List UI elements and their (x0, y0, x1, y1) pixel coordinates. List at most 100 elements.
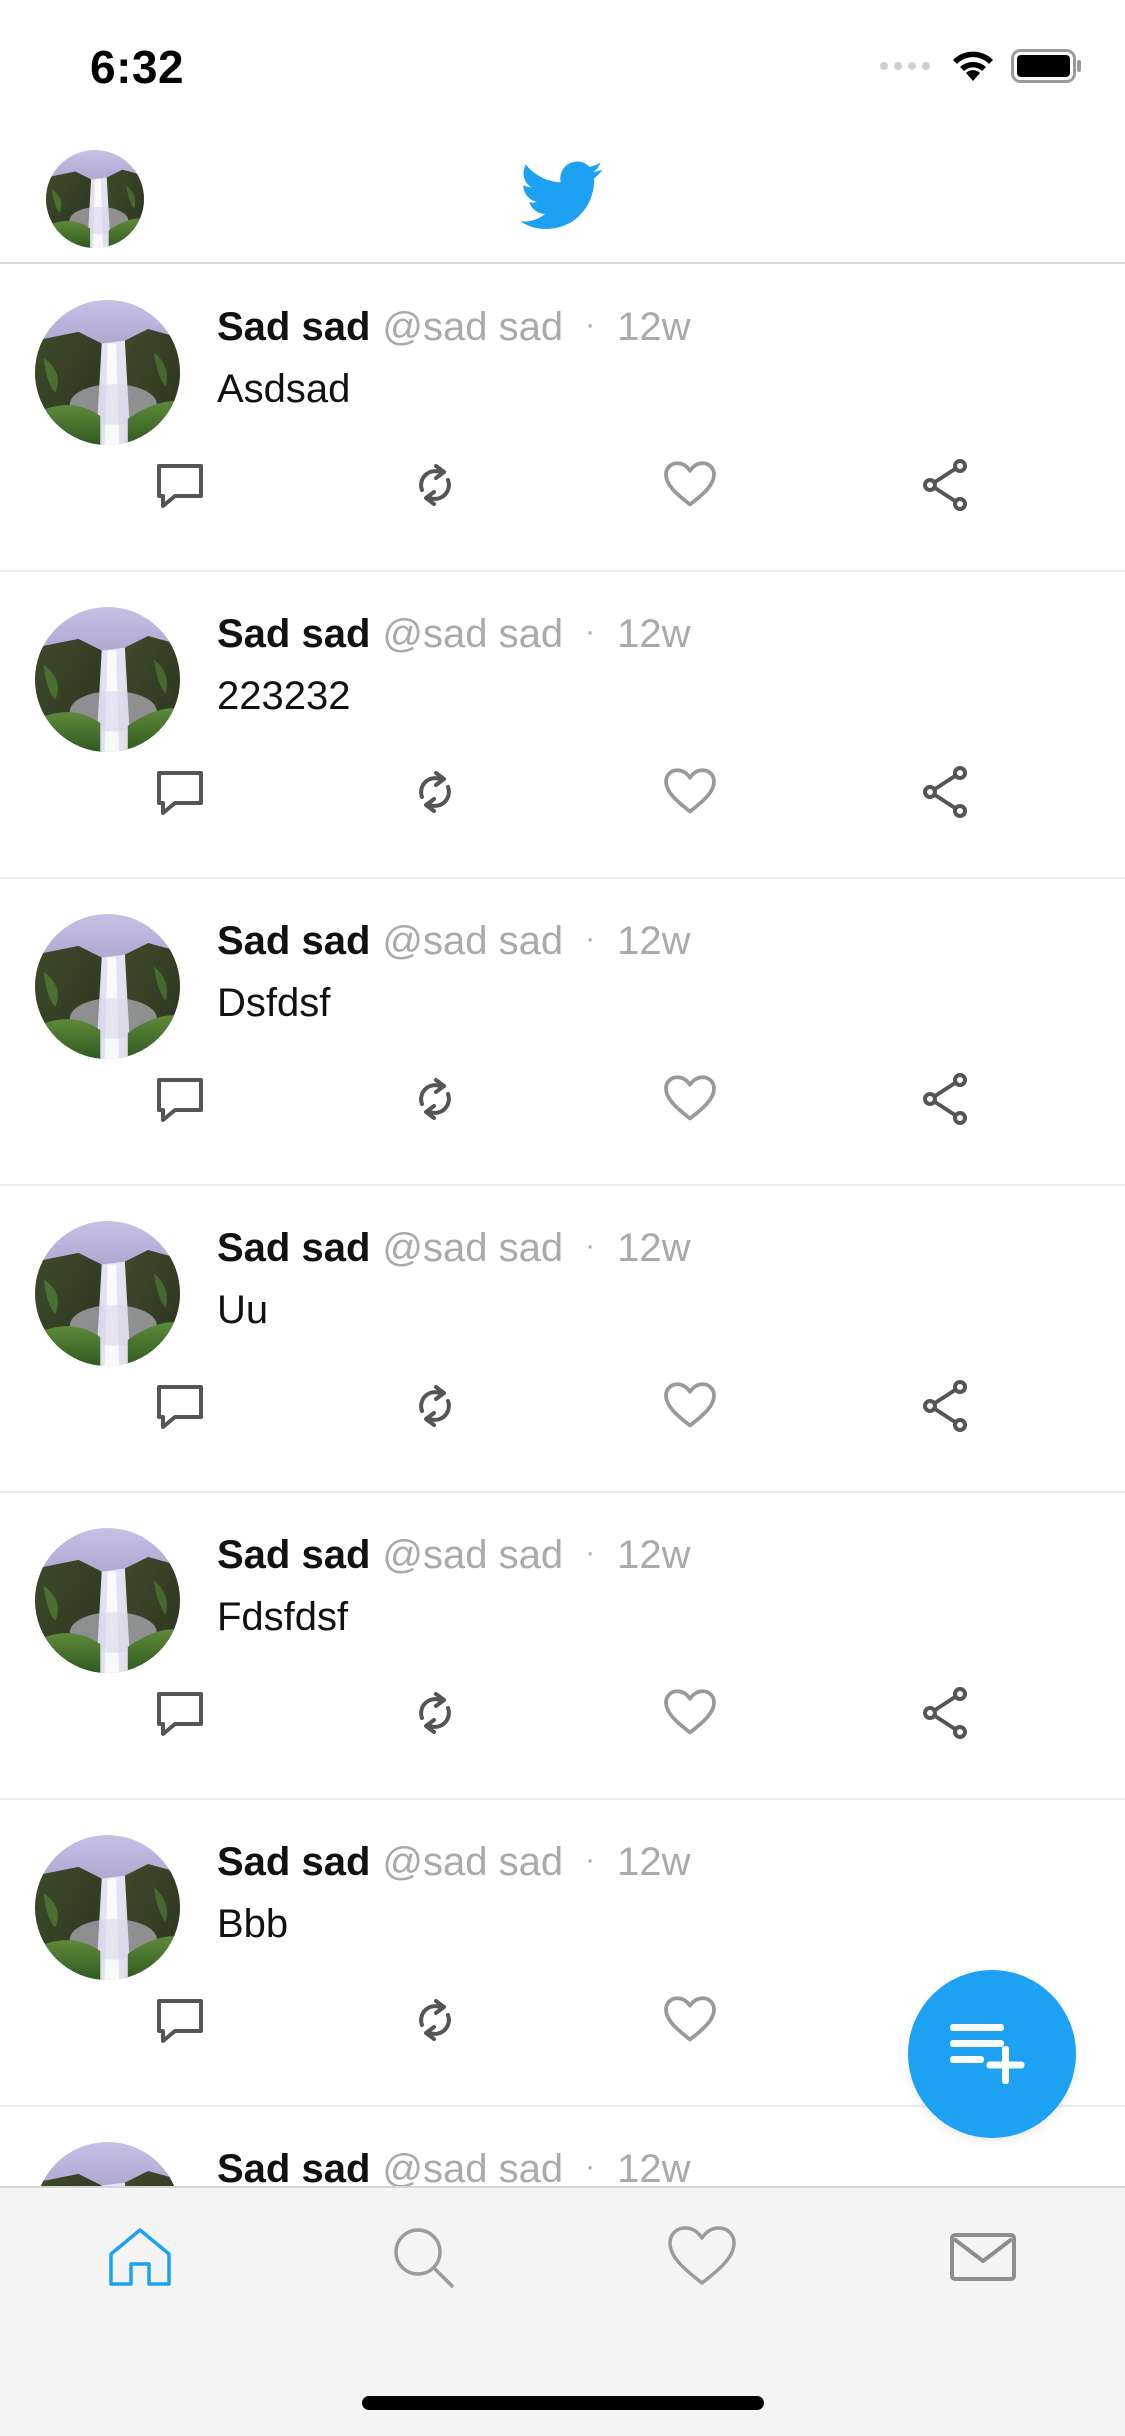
reply-button[interactable] (148, 1376, 212, 1440)
tweet-avatar[interactable] (35, 2142, 180, 2187)
tab-home[interactable] (95, 2214, 185, 2304)
retweet-button[interactable] (403, 1376, 467, 1440)
reply-button[interactable] (148, 1069, 212, 1133)
like-icon (663, 1381, 717, 1435)
retweet-icon (410, 767, 460, 822)
reply-icon (153, 1995, 207, 2050)
tweet-author-handle: @sad sad (382, 305, 564, 349)
tweet-author-name[interactable]: Sad sad (217, 1840, 370, 1884)
tweet-text: Bbb (217, 1902, 289, 1946)
tweet-text: Asdsad (217, 367, 351, 411)
twitter-bird-icon (520, 160, 604, 232)
tweet-avatar[interactable] (35, 607, 180, 752)
tweet-avatar[interactable] (35, 914, 180, 1059)
like-button[interactable] (658, 1376, 722, 1440)
share-button[interactable] (913, 1683, 977, 1747)
share-icon (920, 1379, 970, 1438)
tweet-avatar[interactable] (35, 1835, 180, 1980)
reply-icon (153, 1381, 207, 1436)
tweet-item[interactable]: Sad sad @sad sad · 12w Asdsad (0, 265, 1125, 572)
like-icon (663, 767, 717, 821)
tweet-timestamp: 12w (617, 612, 691, 656)
compose-tweet-button[interactable] (908, 1970, 1076, 2138)
reply-icon (153, 767, 207, 822)
share-button[interactable] (913, 762, 977, 826)
retweet-icon (410, 1381, 460, 1436)
reply-icon (153, 1074, 207, 1129)
reply-button[interactable] (148, 455, 212, 519)
tweet-text: Uu (217, 1288, 269, 1332)
tweet-item[interactable]: Sad sad @sad sad · 12w 223232 (0, 572, 1125, 879)
reply-button[interactable] (148, 1683, 212, 1747)
retweet-icon (410, 1688, 460, 1743)
like-button[interactable] (658, 1069, 722, 1133)
retweet-button[interactable] (403, 1683, 467, 1747)
tweet-text: Fdsfdsf (217, 1595, 349, 1639)
tweet-item[interactable]: Sad sad @sad sad · 12w Dsfdsf (0, 879, 1125, 1186)
tweet-author-name[interactable]: Sad sad (217, 2147, 370, 2187)
tab-messages[interactable] (938, 2214, 1028, 2304)
retweet-button[interactable] (403, 1069, 467, 1133)
tab-search[interactable] (378, 2214, 468, 2304)
share-icon (920, 1072, 970, 1131)
battery-icon (1011, 48, 1083, 88)
reply-icon (153, 1688, 207, 1743)
like-button[interactable] (658, 455, 722, 519)
tweet-header: Sad sad @sad sad · 12w (217, 2145, 691, 2187)
tweet-timestamp: 12w (617, 1840, 691, 1884)
tweet-actions (0, 1376, 1125, 1446)
retweet-icon (410, 1995, 460, 2050)
tweet-author-name[interactable]: Sad sad (217, 919, 370, 963)
top-header (0, 132, 1125, 264)
tweet-author-handle: @sad sad (382, 1533, 564, 1577)
tweet-actions (0, 1069, 1125, 1139)
reply-button[interactable] (148, 762, 212, 826)
tab-likes[interactable] (657, 2214, 747, 2304)
tweet-timestamp: 12w (617, 919, 691, 963)
tweet-actions (0, 1683, 1125, 1753)
tweet-author-handle: @sad sad (382, 612, 564, 656)
tweet-separator-dot: · (585, 615, 596, 648)
retweet-icon (410, 460, 460, 515)
share-button[interactable] (913, 455, 977, 519)
retweet-button[interactable] (403, 1990, 467, 2054)
heart-icon (666, 2225, 738, 2294)
reply-icon (153, 460, 207, 515)
tweet-author-handle: @sad sad (382, 1840, 564, 1884)
tweet-author-name[interactable]: Sad sad (217, 305, 370, 349)
tweet-separator-dot: · (585, 308, 596, 341)
mail-icon (948, 2229, 1018, 2290)
retweet-button[interactable] (403, 762, 467, 826)
tweet-author-handle: @sad sad (382, 919, 564, 963)
reply-button[interactable] (148, 1990, 212, 2054)
profile-avatar[interactable] (46, 150, 144, 248)
like-button[interactable] (658, 1683, 722, 1747)
tweet-author-name[interactable]: Sad sad (217, 1226, 370, 1270)
retweet-button[interactable] (403, 455, 467, 519)
compose-tweet-icon (946, 2016, 1038, 2093)
tweet-timestamp: 12w (617, 305, 691, 349)
like-icon (663, 1995, 717, 2049)
tweet-header: Sad sad @sad sad · 12w (217, 303, 691, 355)
tweet-avatar[interactable] (35, 300, 180, 445)
tweet-author-name[interactable]: Sad sad (217, 612, 370, 656)
tweet-feed[interactable]: Sad sad @sad sad · 12w Asdsad Sad sad @sad sad… (0, 265, 1125, 2187)
tweet-avatar[interactable] (35, 1221, 180, 1366)
tweet-author-name[interactable]: Sad sad (217, 1533, 370, 1577)
tweet-separator-dot: · (585, 1843, 596, 1876)
home-icon (105, 2222, 175, 2297)
like-icon (663, 460, 717, 514)
tweet-item[interactable]: Sad sad @sad sad · 12w Uu (0, 1186, 1125, 1493)
share-button[interactable] (913, 1069, 977, 1133)
tweet-header: Sad sad @sad sad · 12w (217, 1531, 691, 1583)
search-icon (388, 2222, 458, 2297)
tweet-separator-dot: · (585, 1229, 596, 1262)
status-bar: 6:32 (0, 0, 1125, 132)
tweet-timestamp: 12w (617, 2147, 691, 2187)
share-button[interactable] (913, 1376, 977, 1440)
tweet-avatar[interactable] (35, 1528, 180, 1673)
home-indicator (362, 2396, 764, 2410)
like-button[interactable] (658, 762, 722, 826)
tweet-item[interactable]: Sad sad @sad sad · 12w Fdsfdsf (0, 1493, 1125, 1800)
like-button[interactable] (658, 1990, 722, 2054)
